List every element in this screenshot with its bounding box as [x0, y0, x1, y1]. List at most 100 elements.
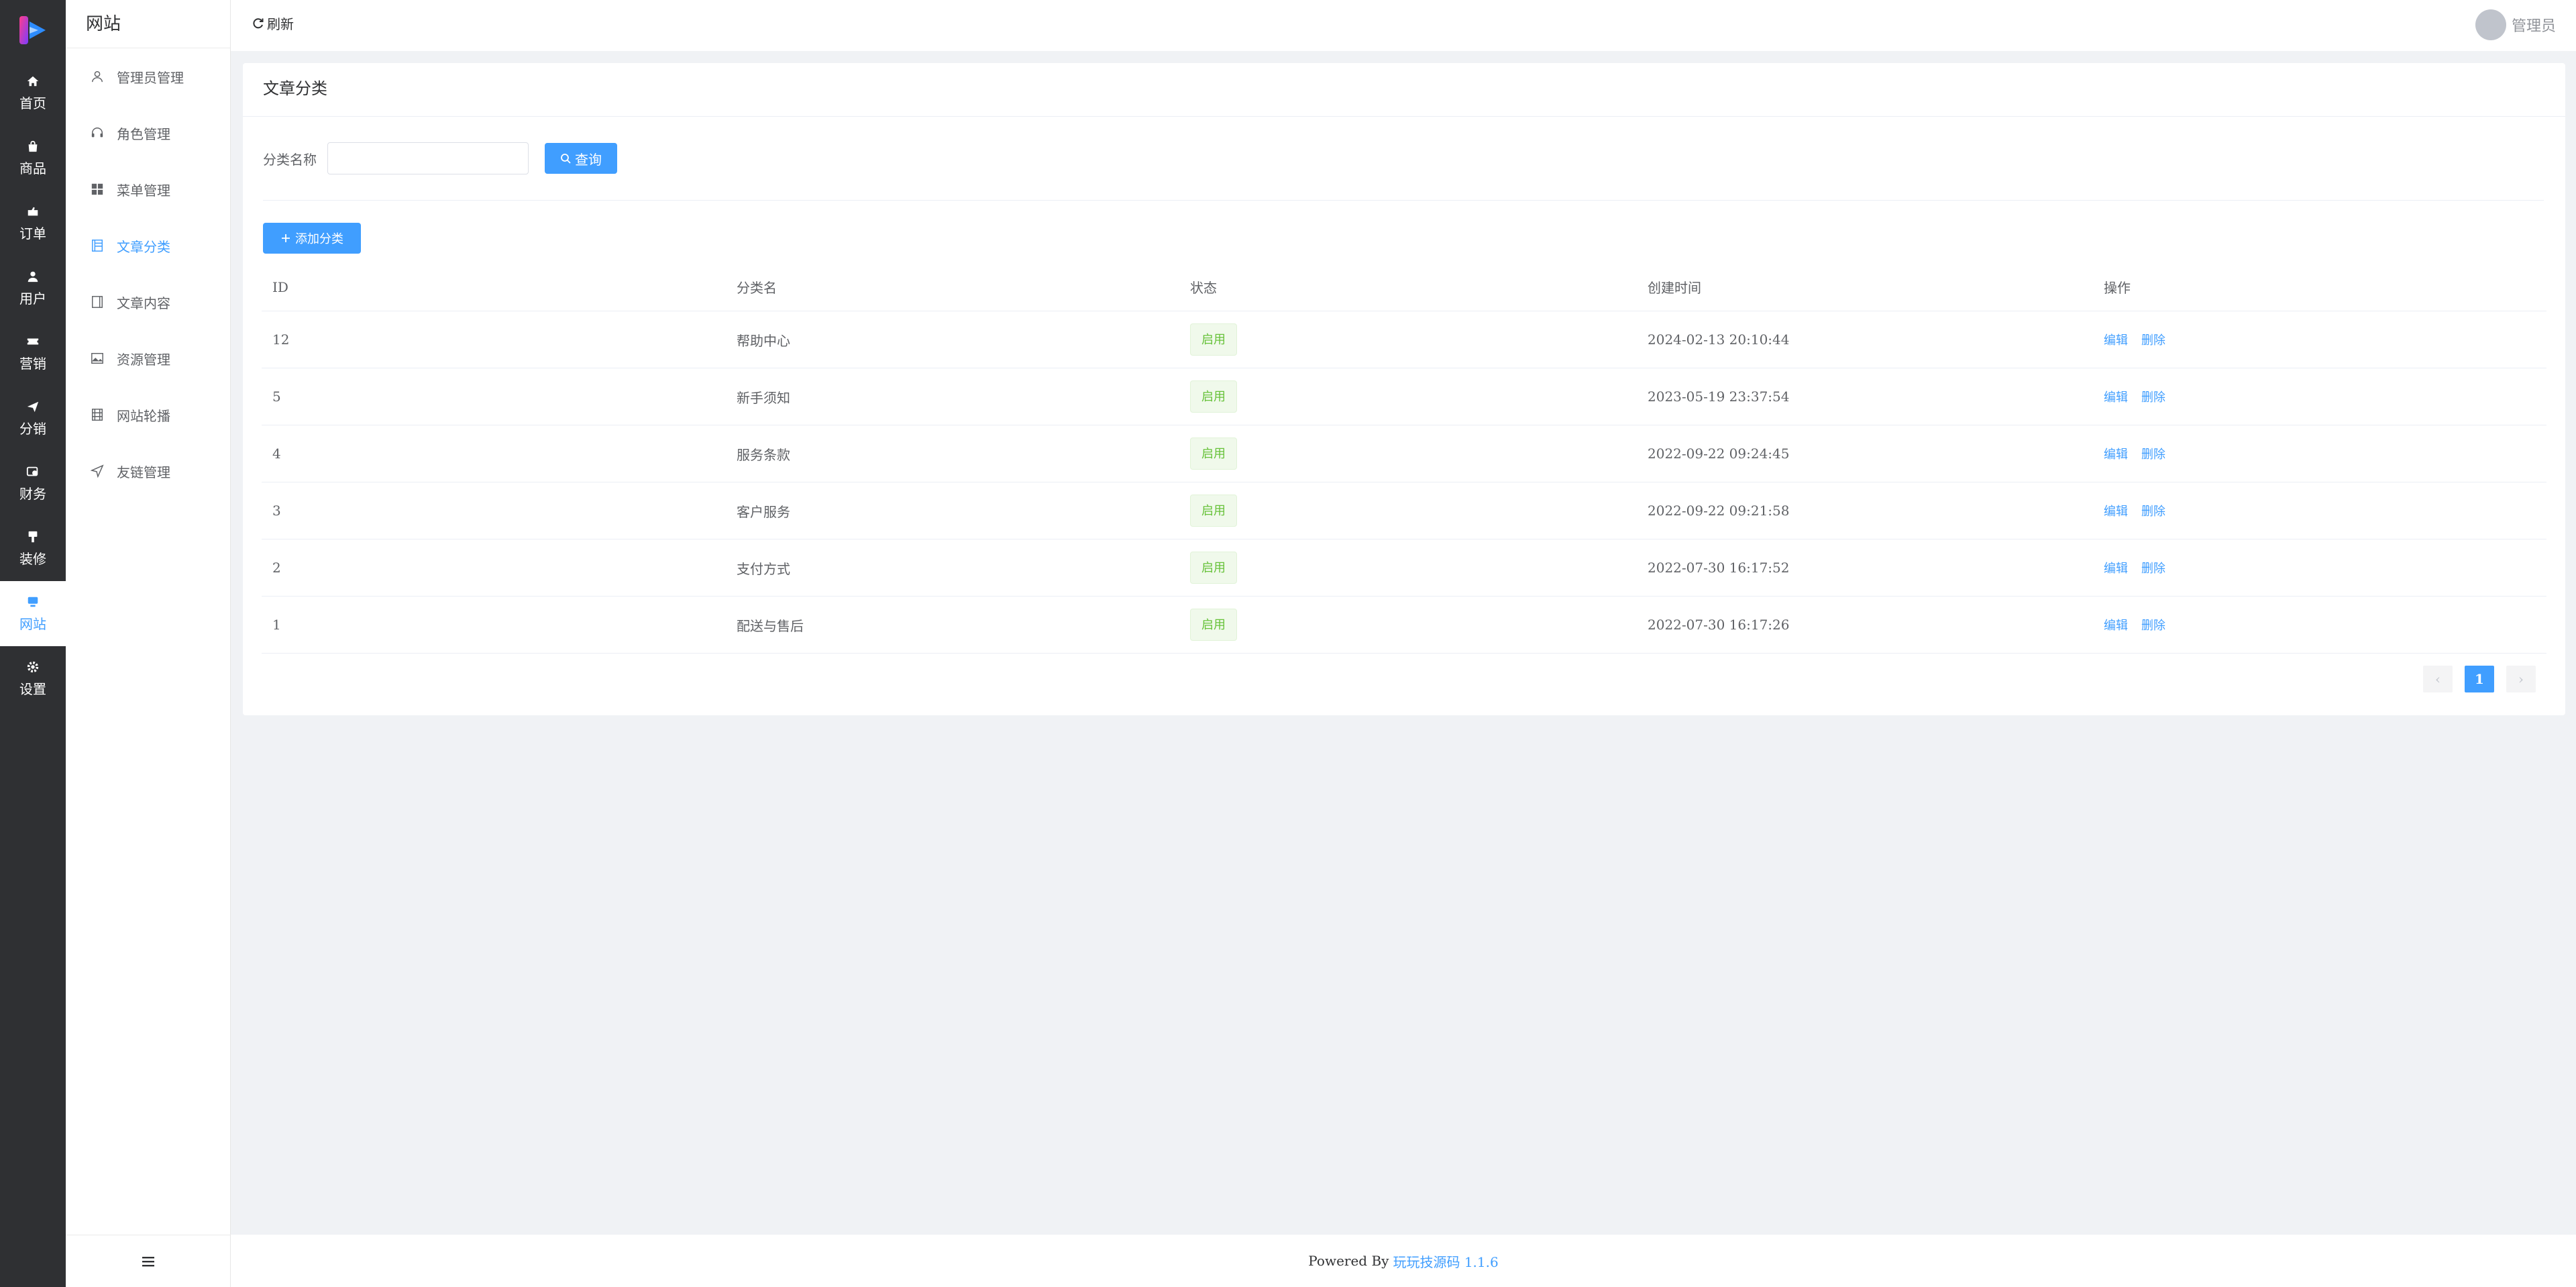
- delete-link[interactable]: 删除: [2141, 559, 2165, 576]
- rail-item-label: 营销: [19, 356, 46, 372]
- position-icon: [90, 464, 105, 478]
- table-row: 5 新手须知 启用 2023-05-19 23:37:54 编辑 删除: [262, 368, 2546, 425]
- ticket-icon: [25, 334, 40, 349]
- sidebar-item-5[interactable]: 资源管理: [66, 330, 230, 387]
- cell-name: 支付方式: [737, 560, 790, 577]
- status-badge: 启用: [1190, 437, 1237, 470]
- status-badge: 启用: [1190, 495, 1237, 527]
- refresh-icon: [253, 17, 264, 28]
- collapse-button[interactable]: [66, 1235, 231, 1287]
- rail-item-label: 订单: [19, 225, 46, 242]
- app-logo[interactable]: [0, 0, 66, 60]
- delete-link[interactable]: 删除: [2141, 616, 2165, 633]
- sidebar-item-3[interactable]: 文章分类: [66, 217, 230, 274]
- picture-icon: [90, 351, 105, 366]
- cell-actions: 编辑 删除: [2093, 502, 2546, 519]
- user-name: 管理员: [2511, 18, 2556, 35]
- cell-name: 客户服务: [737, 503, 790, 520]
- edit-link[interactable]: 编辑: [2104, 616, 2128, 633]
- sidebar-item-1[interactable]: 角色管理: [66, 105, 230, 161]
- cell-id: 12: [272, 331, 290, 348]
- cell-id: 2: [272, 560, 281, 576]
- film-icon: [90, 407, 105, 422]
- home-icon: [25, 74, 40, 89]
- cell-created: 2022-09-22 09:24:45: [1648, 446, 1790, 462]
- table-row: 3 客户服务 启用 2022-09-22 09:21:58 编辑 删除: [262, 482, 2546, 539]
- rail-item-label: 首页: [19, 95, 46, 111]
- user-menu[interactable]: 管理员: [2475, 9, 2556, 40]
- add-category-label: 添加分类: [295, 232, 343, 246]
- logo-icon: [19, 16, 46, 44]
- sidebar-item-2[interactable]: 菜单管理: [66, 161, 230, 217]
- sidebar-item-label: 文章分类: [117, 238, 170, 255]
- avatar: [2475, 9, 2506, 40]
- cell-actions: 编辑 删除: [2093, 616, 2546, 633]
- table-row: 4 服务条款 启用 2022-09-22 09:24:45 编辑 删除: [262, 425, 2546, 482]
- sidebar-title: 网站: [66, 0, 230, 48]
- delete-link[interactable]: 删除: [2141, 388, 2165, 405]
- rail-item-3[interactable]: 用户: [0, 256, 66, 321]
- next-page-button[interactable]: ›: [2506, 666, 2536, 692]
- cell-name: 新手须知: [737, 389, 790, 406]
- rail-item-7[interactable]: 装修: [0, 516, 66, 581]
- rail-item-2[interactable]: 订单: [0, 191, 66, 256]
- sidebar-item-label: 网站轮播: [117, 407, 170, 424]
- delete-link[interactable]: 删除: [2141, 445, 2165, 462]
- admin-icon: [90, 69, 105, 84]
- sidebar-item-label: 友链管理: [117, 464, 170, 480]
- rail-item-1[interactable]: 商品: [0, 125, 66, 191]
- bag-icon: [25, 139, 40, 154]
- edit-link[interactable]: 编辑: [2104, 388, 2128, 405]
- cell-actions: 编辑 删除: [2093, 559, 2546, 576]
- hamburger-icon: [142, 1256, 154, 1266]
- footer-brand-link[interactable]: 玩玩技源码 1.1.6: [1393, 1251, 1498, 1271]
- filter-label: 分类名称: [263, 151, 317, 168]
- status-badge: 启用: [1190, 609, 1237, 641]
- user-icon: [25, 269, 40, 284]
- category-name-input[interactable]: [327, 142, 529, 174]
- sidebar-item-7[interactable]: 友链管理: [66, 443, 230, 499]
- add-category-button[interactable]: 添加分类: [263, 223, 361, 254]
- edit-link[interactable]: 编辑: [2104, 502, 2128, 519]
- header-created: 创建时间: [1648, 280, 1701, 296]
- page-1-button[interactable]: 1: [2465, 666, 2494, 692]
- delete-link[interactable]: 删除: [2141, 331, 2165, 348]
- edit-link[interactable]: 编辑: [2104, 445, 2128, 462]
- refresh-button[interactable]: 刷新: [252, 13, 294, 33]
- rail-item-0[interactable]: 首页: [0, 60, 66, 125]
- cell-status: 启用: [1182, 323, 1637, 356]
- status-badge: 启用: [1190, 380, 1237, 413]
- table-row: 12 帮助中心 启用 2024-02-13 20:10:44 编辑 删除: [262, 311, 2546, 368]
- sidebar-item-6[interactable]: 网站轮播: [66, 387, 230, 443]
- divider: [263, 200, 2544, 201]
- rail-item-5[interactable]: 分销: [0, 386, 66, 451]
- cell-created: 2022-07-30 16:17:52: [1648, 560, 1790, 576]
- rail-item-label: 分销: [19, 421, 46, 437]
- cell-created: 2022-09-22 09:21:58: [1648, 503, 1790, 519]
- pagination: ‹ 1 ›: [2423, 666, 2536, 692]
- delete-link[interactable]: 删除: [2141, 502, 2165, 519]
- rail-item-8[interactable]: 网站: [0, 581, 66, 646]
- rail-item-6[interactable]: 财务: [0, 451, 66, 516]
- secondary-sidebar: 网站 管理员管理 角色管理 菜单管理文章分类文章内容 资源管理网站轮播友链管理: [66, 0, 231, 1287]
- edit-link[interactable]: 编辑: [2104, 559, 2128, 576]
- rail-item-label: 装修: [19, 551, 46, 567]
- sidebar-item-4[interactable]: 文章内容: [66, 274, 230, 330]
- edit-link[interactable]: 编辑: [2104, 331, 2128, 348]
- cell-id: 1: [272, 617, 281, 633]
- rail-item-9[interactable]: 设置: [0, 646, 66, 711]
- table-header: ID 分类名 状态 创建时间 操作: [262, 263, 2546, 311]
- cell-name: 帮助中心: [737, 332, 790, 349]
- rail-item-4[interactable]: 营销: [0, 321, 66, 386]
- prev-page-button[interactable]: ‹: [2423, 666, 2453, 692]
- cell-name: 配送与售后: [737, 617, 804, 634]
- sidebar-item-0[interactable]: 管理员管理: [66, 48, 230, 105]
- cell-id: 4: [272, 446, 281, 462]
- brush-icon: [25, 529, 40, 544]
- search-button[interactable]: 查询: [545, 143, 617, 174]
- grid-icon: [90, 182, 105, 197]
- finance-icon: [25, 464, 40, 479]
- rail-item-label: 设置: [19, 681, 46, 697]
- cell-status: 启用: [1182, 495, 1637, 527]
- cell-created: 2022-07-30 16:17:26: [1648, 617, 1790, 633]
